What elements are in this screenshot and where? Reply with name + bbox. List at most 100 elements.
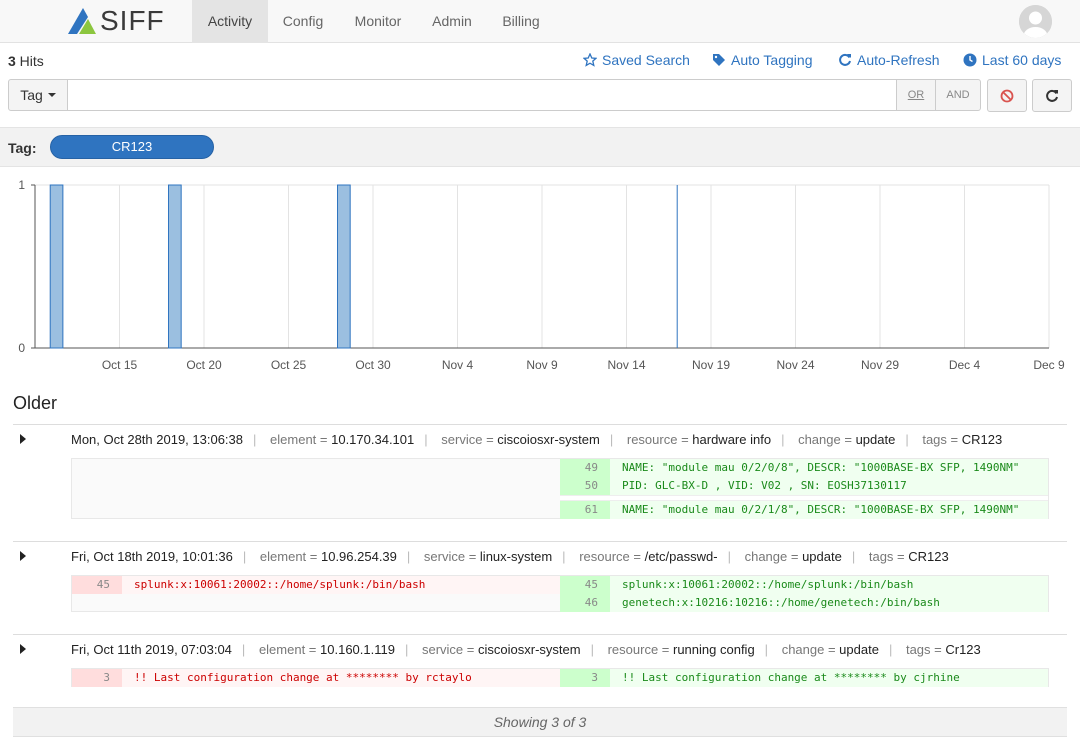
- siff-logo-icon: [68, 8, 96, 34]
- x-tick-label: Nov 29: [861, 358, 899, 372]
- entry-element-key: element: [259, 549, 307, 564]
- expand-caret-icon[interactable]: [20, 551, 26, 561]
- diff-added-line: 46 genetech:x:10216:10216::/home/genetec…: [560, 594, 1048, 612]
- x-tick-label: Oct 25: [271, 358, 307, 372]
- line-number: 3: [560, 669, 610, 687]
- chart-bar: [337, 184, 351, 349]
- clock-icon: [963, 53, 977, 67]
- line-number: 45: [72, 576, 122, 594]
- entry-resource-value: hardware info: [692, 432, 772, 447]
- auto-refresh-label: Auto-Refresh: [857, 52, 940, 68]
- user-avatar[interactable]: [1019, 5, 1052, 38]
- entry-service-key: service: [421, 642, 464, 657]
- ban-icon: [1000, 89, 1014, 102]
- brand-name: SIFF: [100, 5, 165, 36]
- saved-search-button[interactable]: Saved Search: [583, 52, 690, 68]
- tab-config[interactable]: Config: [268, 0, 338, 43]
- entry-element-value: 10.170.34.101: [331, 432, 415, 447]
- added-code: splunk:x:10061:20002::/home/splunk:/bin/…: [622, 578, 914, 591]
- clear-search-button[interactable]: [987, 79, 1027, 112]
- entry-element-key: element: [258, 642, 306, 657]
- tab-activity[interactable]: Activity: [192, 0, 268, 43]
- entry-service-value: linux-system: [479, 549, 553, 564]
- diff-added-line: 50 PID: GLC-BX-D , VID: V02 , SN: EOSH37…: [560, 477, 1048, 495]
- line-number: 45: [560, 576, 610, 594]
- hits-number: 3: [8, 53, 16, 69]
- tag-filter-bar: Tag: CR123: [0, 127, 1080, 167]
- date-range-button[interactable]: Last 60 days: [963, 52, 1061, 68]
- auto-refresh-button[interactable]: Auto-Refresh: [838, 52, 939, 68]
- x-tick-label: Nov 4: [442, 358, 474, 372]
- x-tick-label: Dec 9: [1033, 358, 1065, 372]
- entry-header: Fri, Oct 18th 2019, 10:01:36 | element = …: [13, 542, 1067, 572]
- added-code: NAME: "module mau 0/2/0/8", DESCR: "1000…: [622, 461, 1020, 474]
- entry-element-value: 10.160.1.119: [320, 642, 395, 657]
- entry-change-value: update: [855, 432, 896, 447]
- x-tick-label: Oct 15: [102, 358, 138, 372]
- entry-header: Mon, Oct 28th 2019, 13:06:38 | element = …: [13, 425, 1067, 455]
- entry-resource-key: resource: [607, 642, 659, 657]
- results-footer: Showing 3 of 3: [13, 707, 1067, 737]
- tag-filter-pill[interactable]: CR123: [50, 135, 214, 159]
- expand-caret-icon[interactable]: [20, 644, 26, 654]
- date-range-label: Last 60 days: [982, 52, 1062, 68]
- added-code: PID: GLC-BX-D , VID: V02 , SN: EOSH37130…: [622, 479, 907, 492]
- removed-code: splunk:x:10061:20002::/home/splunk:/bin/…: [134, 578, 426, 591]
- siff-logo[interactable]: SIFF: [66, 7, 165, 35]
- tag-filter-label: Tag:: [8, 140, 37, 156]
- entry-tags-key: tags: [922, 432, 947, 447]
- entry-resource-key: resource: [579, 549, 630, 564]
- x-tick-label: Dec 4: [949, 358, 981, 372]
- entry-resource-value: running config: [673, 642, 755, 657]
- line-number: 46: [560, 594, 610, 612]
- hits-label: Hits: [15, 53, 44, 69]
- x-tick-label: Nov 9: [526, 358, 558, 372]
- field-selector-dropdown[interactable]: Tag: [8, 79, 68, 111]
- added-code: NAME: "module mau 0/2/1/8", DESCR: "1000…: [622, 503, 1020, 516]
- tab-billing[interactable]: Billing: [486, 0, 556, 43]
- entry-change-key: change: [798, 432, 841, 447]
- chart-bar: [49, 184, 64, 349]
- x-tick-label: Nov 24: [776, 358, 814, 372]
- entry-tags-value: Cr123: [945, 642, 981, 657]
- diff-added-line: 61 NAME: "module mau 0/2/1/8", DESCR: "1…: [560, 501, 1048, 519]
- entry-service-value: ciscoiosxr-system: [497, 432, 600, 447]
- x-tick-label: Nov 19: [692, 358, 730, 372]
- entry-change-key: change: [781, 642, 825, 657]
- user-avatar-icon: [1019, 5, 1052, 38]
- tab-monitor[interactable]: Monitor: [338, 0, 418, 43]
- top-navbar: SIFF Activity Config Monitor Admin Billi…: [0, 0, 1080, 43]
- activity-entry: Fri, Oct 18th 2019, 10:01:36 | element = …: [13, 541, 1067, 612]
- refresh-icon: [839, 53, 851, 66]
- or-button[interactable]: OR: [896, 79, 936, 111]
- line-number: 61: [560, 501, 610, 519]
- line-number: 3: [72, 669, 122, 687]
- entry-change-value: update: [802, 549, 842, 564]
- saved-search-label: Saved Search: [602, 52, 690, 68]
- tab-admin[interactable]: Admin: [418, 0, 486, 43]
- entry-service-key: service: [423, 549, 466, 564]
- search-group: Tag: [8, 79, 68, 111]
- entry-tags-key: tags: [868, 549, 894, 564]
- hits-count: 3 Hits: [8, 53, 44, 69]
- entry-date: Fri, Oct 18th 2019, 10:01:36: [71, 549, 233, 564]
- search-input[interactable]: [68, 79, 897, 111]
- entry-tags-value: CR123: [961, 432, 1003, 447]
- entry-meta: Fri, Oct 11th 2019, 07:03:04 | element = …: [71, 642, 981, 657]
- chart-bar: [168, 184, 182, 349]
- entry-header: Fri, Oct 11th 2019, 07:03:04 | element = …: [13, 635, 1067, 665]
- refresh-search-button[interactable]: [1032, 79, 1072, 112]
- y-tick-label: 1: [18, 178, 25, 192]
- entry-meta: Mon, Oct 28th 2019, 13:06:38 | element = …: [71, 432, 1003, 447]
- entry-resource-key: resource: [626, 432, 678, 447]
- entry-service-value: ciscoiosxr-system: [478, 642, 581, 657]
- diff-removed-line: 3 !! Last configuration change at ******…: [72, 669, 560, 687]
- x-tick-label: Oct 30: [355, 358, 391, 372]
- x-tick-label: Oct 20: [186, 358, 222, 372]
- diff-view: 49 NAME: "module mau 0/2/0/8", DESCR: "1…: [71, 458, 1049, 519]
- section-title: Older: [13, 393, 58, 413]
- auto-tagging-label: Auto Tagging: [731, 52, 813, 68]
- and-button[interactable]: AND: [935, 79, 981, 111]
- auto-tagging-button[interactable]: Auto Tagging: [712, 52, 812, 68]
- expand-caret-icon[interactable]: [20, 434, 26, 444]
